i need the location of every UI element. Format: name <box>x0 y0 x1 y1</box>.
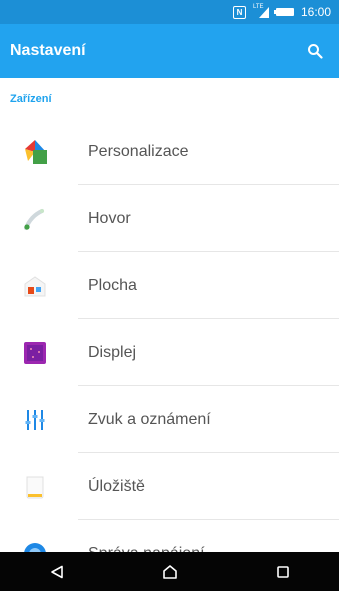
storage-icon <box>22 474 48 500</box>
signal-bars-icon <box>258 7 269 18</box>
search-button[interactable] <box>303 39 327 63</box>
status-clock: 16:00 <box>300 5 331 19</box>
settings-item-plocha[interactable]: Plocha <box>0 252 339 319</box>
settings-item-label: Displej <box>88 343 137 361</box>
home-icon <box>162 564 177 579</box>
search-icon <box>308 44 323 59</box>
settings-item-label: Úložiště <box>88 477 145 495</box>
recent-apps-icon <box>276 565 289 578</box>
equalizer-icon <box>22 407 48 433</box>
lte-signal-icon: LTE <box>253 4 269 18</box>
settings-item-uloziste[interactable]: Úložiště <box>0 453 339 520</box>
home-button[interactable] <box>150 552 190 591</box>
personalization-icon <box>22 139 48 165</box>
navigation-bar <box>0 552 339 591</box>
back-icon <box>50 565 63 578</box>
nfc-icon: N <box>232 5 246 19</box>
display-icon <box>22 340 48 366</box>
settings-list: Personalizace Hovor Plocha Displej Zvuk … <box>0 118 339 587</box>
recent-apps-button[interactable] <box>263 552 303 591</box>
battery-icon <box>273 8 294 16</box>
settings-item-label: Hovor <box>88 209 131 227</box>
page-title: Nastavení <box>10 42 86 59</box>
back-button[interactable] <box>37 552 77 591</box>
settings-item-label: Zvuk a oznámení <box>88 410 211 428</box>
settings-item-zvuk[interactable]: Zvuk a oznámení <box>0 386 339 453</box>
settings-item-displej[interactable]: Displej <box>0 319 339 386</box>
status-bar: N LTE 16:00 <box>0 0 339 24</box>
home-screen-icon <box>22 273 48 299</box>
app-bar: Nastavení <box>0 24 339 78</box>
settings-item-hovor[interactable]: Hovor <box>0 185 339 252</box>
settings-item-personalizace[interactable]: Personalizace <box>0 118 339 185</box>
settings-item-label: Plocha <box>88 276 137 294</box>
phone-handset-icon <box>22 206 48 232</box>
settings-item-label: Personalizace <box>88 142 189 160</box>
section-header-device: Zařízení <box>10 93 52 105</box>
